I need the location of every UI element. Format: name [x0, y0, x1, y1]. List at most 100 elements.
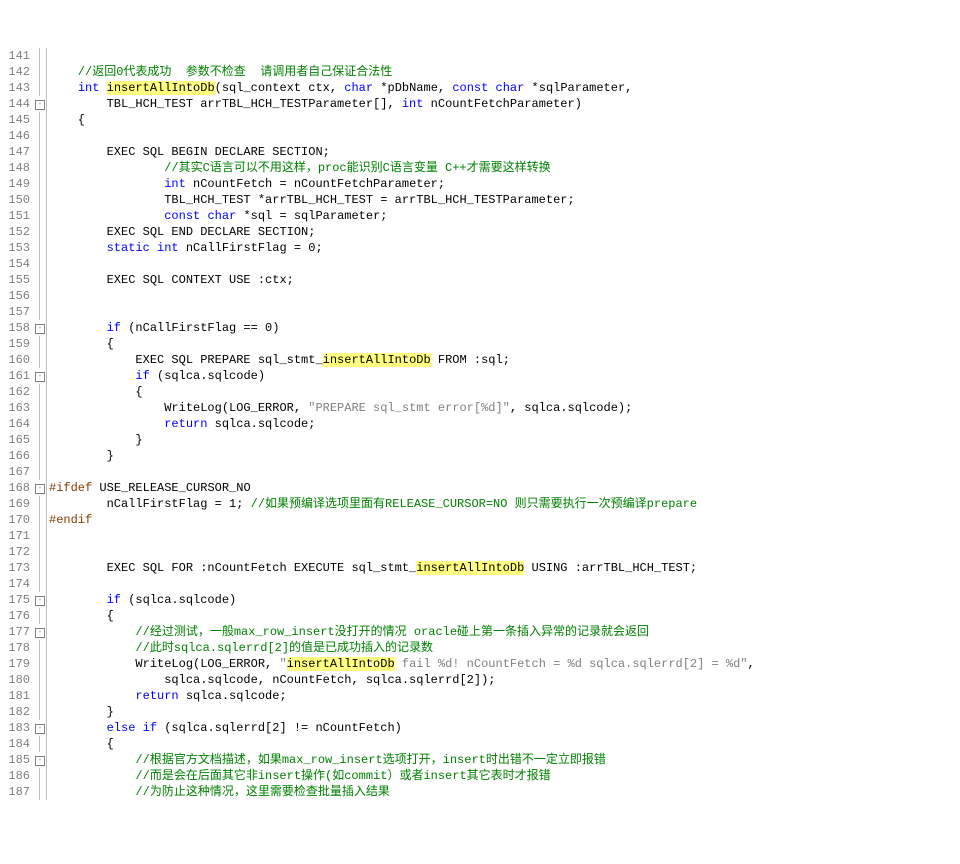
- fold-toggle[interactable]: -: [35, 484, 45, 494]
- code-area[interactable]: //返回0代表成功 参数不检查 请调用者自己保证合法性 int insertAl…: [47, 48, 755, 800]
- line-number: 180: [0, 672, 30, 688]
- line-number: 179: [0, 656, 30, 672]
- code-line[interactable]: EXEC SQL PREPARE sql_stmt_insertAllIntoD…: [49, 352, 755, 368]
- line-number: 186: [0, 768, 30, 784]
- line-number: 159: [0, 336, 30, 352]
- line-number: 156: [0, 288, 30, 304]
- code-line[interactable]: EXEC SQL END DECLARE SECTION;: [49, 224, 755, 240]
- line-number: 170: [0, 512, 30, 528]
- code-line[interactable]: #ifdef USE_RELEASE_CURSOR_NO: [49, 480, 755, 496]
- code-line[interactable]: //经过测试，一般max_row_insert没打开的情况 oracle碰上第一…: [49, 624, 755, 640]
- code-line[interactable]: [49, 304, 755, 320]
- code-line[interactable]: TBL_HCH_TEST arrTBL_HCH_TESTParameter[],…: [49, 96, 755, 112]
- line-number: 146: [0, 128, 30, 144]
- line-number: 158: [0, 320, 30, 336]
- code-line[interactable]: EXEC SQL CONTEXT USE :ctx;: [49, 272, 755, 288]
- code-line[interactable]: return sqlca.sqlcode;: [49, 416, 755, 432]
- line-number: 154: [0, 256, 30, 272]
- code-line[interactable]: [49, 288, 755, 304]
- line-number: 145: [0, 112, 30, 128]
- line-number: 160: [0, 352, 30, 368]
- code-line[interactable]: [49, 544, 755, 560]
- code-line[interactable]: {: [49, 736, 755, 752]
- code-line[interactable]: [49, 256, 755, 272]
- code-line[interactable]: }: [49, 432, 755, 448]
- line-number: 141: [0, 48, 30, 64]
- fold-toggle[interactable]: -: [35, 756, 45, 766]
- line-number: 185: [0, 752, 30, 768]
- code-line[interactable]: [49, 128, 755, 144]
- line-number-gutter: 1411421431441451461471481491501511521531…: [0, 48, 34, 800]
- line-number: 178: [0, 640, 30, 656]
- code-line[interactable]: TBL_HCH_TEST *arrTBL_HCH_TEST = arrTBL_H…: [49, 192, 755, 208]
- line-number: 171: [0, 528, 30, 544]
- fold-toggle[interactable]: -: [35, 100, 45, 110]
- code-editor: 1411421431441451461471481491501511521531…: [0, 48, 960, 800]
- line-number: 149: [0, 176, 30, 192]
- line-number: 163: [0, 400, 30, 416]
- code-line[interactable]: #endif: [49, 512, 755, 528]
- code-line[interactable]: //返回0代表成功 参数不检查 请调用者自己保证合法性: [49, 64, 755, 80]
- line-number: 153: [0, 240, 30, 256]
- line-number: 182: [0, 704, 30, 720]
- fold-toggle[interactable]: -: [35, 596, 45, 606]
- line-number: 150: [0, 192, 30, 208]
- line-number: 166: [0, 448, 30, 464]
- code-line[interactable]: //为防止这种情况，这里需要检查批量插入结果: [49, 784, 755, 800]
- line-number: 157: [0, 304, 30, 320]
- fold-toggle[interactable]: -: [35, 372, 45, 382]
- code-line[interactable]: }: [49, 448, 755, 464]
- code-line[interactable]: //而是会在后面其它非insert操作(如commit）或者insert其它表时…: [49, 768, 755, 784]
- line-number: 168: [0, 480, 30, 496]
- code-line[interactable]: if (sqlca.sqlcode): [49, 368, 755, 384]
- line-number: 148: [0, 160, 30, 176]
- line-number: 165: [0, 432, 30, 448]
- code-line[interactable]: WriteLog(LOG_ERROR, "insertAllIntoDb fai…: [49, 656, 755, 672]
- line-number: 144: [0, 96, 30, 112]
- fold-gutter: - - - - - - - -: [34, 48, 47, 800]
- code-line[interactable]: nCallFirstFlag = 1; //如果预编译选项里面有RELEASE_…: [49, 496, 755, 512]
- code-line[interactable]: int nCountFetch = nCountFetchParameter;: [49, 176, 755, 192]
- line-number: 151: [0, 208, 30, 224]
- line-number: 177: [0, 624, 30, 640]
- code-line[interactable]: }: [49, 704, 755, 720]
- fold-toggle[interactable]: -: [35, 628, 45, 638]
- line-number: 176: [0, 608, 30, 624]
- fold-toggle[interactable]: -: [35, 324, 45, 334]
- code-line[interactable]: else if (sqlca.sqlerrd[2] != nCountFetch…: [49, 720, 755, 736]
- code-line[interactable]: [49, 464, 755, 480]
- line-number: 152: [0, 224, 30, 240]
- code-line[interactable]: if (sqlca.sqlcode): [49, 592, 755, 608]
- line-number: 162: [0, 384, 30, 400]
- code-line[interactable]: //根据官方文档描述，如果max_row_insert选项打开，insert时出…: [49, 752, 755, 768]
- line-number: 161: [0, 368, 30, 384]
- fold-toggle[interactable]: -: [35, 724, 45, 734]
- line-number: 142: [0, 64, 30, 80]
- code-line[interactable]: //此时sqlca.sqlerrd[2]的值是已成功插入的记录数: [49, 640, 755, 656]
- code-line[interactable]: //其实C语言可以不用这样，proc能识别C语言变量 C++才需要这样转换: [49, 160, 755, 176]
- code-line[interactable]: return sqlca.sqlcode;: [49, 688, 755, 704]
- code-line[interactable]: EXEC SQL FOR :nCountFetch EXECUTE sql_st…: [49, 560, 755, 576]
- code-line[interactable]: {: [49, 608, 755, 624]
- code-line[interactable]: const char *sql = sqlParameter;: [49, 208, 755, 224]
- code-line[interactable]: [49, 48, 755, 64]
- code-line[interactable]: {: [49, 336, 755, 352]
- code-line[interactable]: EXEC SQL BEGIN DECLARE SECTION;: [49, 144, 755, 160]
- line-number: 164: [0, 416, 30, 432]
- code-line[interactable]: {: [49, 112, 755, 128]
- code-line[interactable]: static int nCallFirstFlag = 0;: [49, 240, 755, 256]
- code-line[interactable]: if (nCallFirstFlag == 0): [49, 320, 755, 336]
- line-number: 143: [0, 80, 30, 96]
- code-line[interactable]: sqlca.sqlcode, nCountFetch, sqlca.sqlerr…: [49, 672, 755, 688]
- code-line[interactable]: {: [49, 384, 755, 400]
- code-line[interactable]: int insertAllIntoDb(sql_context ctx, cha…: [49, 80, 755, 96]
- line-number: 147: [0, 144, 30, 160]
- line-number: 167: [0, 464, 30, 480]
- code-line[interactable]: WriteLog(LOG_ERROR, "PREPARE sql_stmt er…: [49, 400, 755, 416]
- line-number: 181: [0, 688, 30, 704]
- code-line[interactable]: [49, 528, 755, 544]
- line-number: 187: [0, 784, 30, 800]
- code-line[interactable]: [49, 576, 755, 592]
- line-number: 175: [0, 592, 30, 608]
- line-number: 184: [0, 736, 30, 752]
